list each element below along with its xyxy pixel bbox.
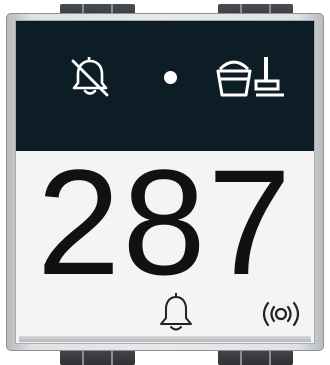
room-display: 287: [16, 147, 314, 343]
status-dot: [164, 71, 177, 84]
bell-off-icon[interactable]: [68, 55, 112, 99]
bell-icon[interactable]: [156, 291, 196, 333]
device-frame: 287: [6, 13, 324, 351]
frame-bottom-edge: [19, 336, 311, 342]
room-number: 287: [36, 138, 294, 306]
wireless-icon[interactable]: [258, 299, 304, 329]
display-area: 287: [15, 20, 315, 344]
status-bar: [16, 21, 314, 151]
cleaning-icon[interactable]: [214, 51, 286, 99]
room-status-panel: 287: [0, 0, 330, 365]
